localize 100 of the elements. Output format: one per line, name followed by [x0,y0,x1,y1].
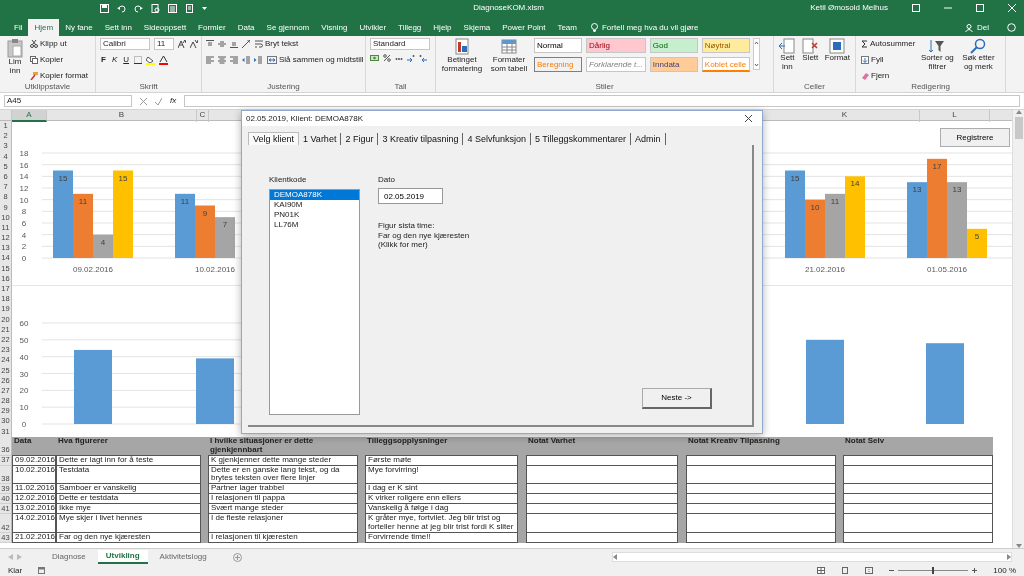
data-label: 14 [850,179,860,189]
axis-label: 30 [19,369,29,379]
axis-label: 4 [21,230,27,240]
sheet-tab[interactable]: Aktivitetslogg [151,551,215,563]
cell-style[interactable]: God [649,38,698,53]
column-heading: I hvilke situasjoner er dette gjenkjennbart [208,437,358,456]
dialog-tab[interactable]: 2 Figur [341,132,379,146]
clear-button[interactable]: Fjern [860,70,917,82]
find-select-button[interactable]: Søk etter og merk [958,38,999,72]
list-item[interactable]: LL76M [270,220,359,230]
axis-label: 8 [21,207,27,217]
column-header[interactable]: K [770,110,920,122]
group-label: Skrift [138,82,159,92]
dialog-tab[interactable]: 3 Kreativ tilpasning [378,132,464,146]
underline-button[interactable]: U [122,54,130,66]
zoom-level[interactable]: 100 % [993,565,1016,576]
dialog-tab[interactable]: Admin [631,132,666,146]
name-box[interactable]: A45 [4,95,132,107]
dialog-tab[interactable]: 1 Varhet [299,132,342,146]
dialog-tab[interactable]: 5 Tilleggskommentarer [531,132,632,146]
font-name-field[interactable]: Calibri [100,38,150,50]
copy-button[interactable]: Kopier [29,54,90,66]
list-item[interactable]: DEMOA878K [270,190,359,200]
paste-button[interactable]: Lim inn [4,38,26,76]
align-left-icon [206,56,214,64]
bold-button[interactable]: F [100,54,107,66]
cell-style[interactable]: Nøytral [701,38,750,53]
fill-button[interactable]: Fyll [860,54,917,66]
next-button[interactable]: Neste -> [642,388,712,409]
file-name: DiagnoseKOM.xlsm [473,3,544,13]
ribbon-tab[interactable]: Visning [315,19,354,36]
insert-function-button[interactable]: fx [170,96,177,106]
column-header[interactable]: A [12,110,47,122]
ribbon-tab[interactable]: Team [551,19,583,36]
cell-style[interactable]: Normal [534,38,582,53]
register-button[interactable]: Registrere [940,128,1010,147]
merge-button[interactable]: Slå sammen og midtstill [266,54,365,66]
table-cell: Forvirrende time!! [365,532,518,543]
date-field[interactable]: 02.05.2019 [378,188,443,204]
axis-label: 6 [21,219,27,228]
cell-style[interactable]: Inndata [649,57,698,72]
share-button[interactable]: Del [959,19,995,36]
scissors-icon [30,40,38,48]
column-header[interactable]: B [47,110,197,122]
ribbon-tab[interactable]: Utvikler [353,19,393,36]
autosum-button[interactable]: Autosummer [860,38,917,50]
ribbon-tab[interactable]: Fil [8,19,29,36]
format-as-table-button[interactable]: Formater som tabell [487,38,531,74]
ribbon-tab[interactable]: Sideoppsett [137,19,193,36]
cut-button[interactable]: Klipp ut [29,38,90,50]
data-label: 9 [202,208,208,218]
delete-cells-button[interactable]: Slett [799,38,821,63]
formula-input[interactable] [184,95,1020,107]
column-header[interactable]: C [197,110,209,122]
client-list[interactable]: DEMOA878K KAI90M PN01K LL76M [269,189,360,415]
list-item[interactable]: KAI90M [270,200,359,210]
tell-me-box[interactable]: Fortell meg hva du vil gjøre [590,19,699,36]
scroll-thumb[interactable] [1014,117,1023,139]
italic-button[interactable]: K [110,54,119,66]
zoom-slider[interactable] [898,567,969,574]
grow-font-icon [178,40,186,48]
list-item[interactable]: PN01K [270,210,359,220]
next-sheet-icon [17,554,22,560]
ribbon-tab[interactable]: Ny fane [59,19,99,36]
horizontal-scrollbar[interactable] [612,552,1012,562]
number-format-field[interactable]: Standard [370,38,430,50]
shrink-font-icon [190,40,198,48]
cell-style[interactable]: Forklarende t... [586,57,646,72]
dialog-tab[interactable]: Velg klient [248,131,300,146]
wrap-text-button[interactable]: Bryt tekst [254,38,300,50]
print-preview-icon [151,3,160,13]
data-label: 4 [100,237,106,247]
redo-icon [134,3,143,13]
cell-style[interactable]: Dårlig [586,38,646,53]
ribbon-tab[interactable]: Se gjennom [260,19,316,36]
table-cell: Dette er lagt inn for å teste [56,455,201,466]
vertical-scrollbar[interactable] [1012,110,1024,548]
sheet-tab[interactable]: Diagnose [44,551,94,563]
ribbon-tab[interactable]: Data [231,19,261,36]
ribbon-tab[interactable]: Formler [192,19,232,36]
ribbon-tab[interactable]: Sett inn [98,19,138,36]
font-color-icon [159,55,168,65]
conditional-formatting-button[interactable]: Betinget formatering [440,38,484,74]
dialog-tab[interactable]: 4 Selvfunksjon [463,132,531,146]
format-cells-button[interactable]: Format [823,38,851,63]
ribbon-tab[interactable]: Hjelp [427,19,458,36]
axis-label: 12 [19,184,29,193]
insert-cells-button[interactable]: Sett inn [778,38,797,72]
data-label: 17 [932,161,942,171]
format-painter-button[interactable]: Kopier format [29,70,90,82]
ribbon-tab[interactable]: Hjem [28,19,60,36]
ribbon-tab[interactable]: Power Point [496,19,552,36]
column-header[interactable]: L [920,110,990,122]
group-label: Tall [393,82,408,92]
ribbon-tab[interactable]: Skjema [457,19,497,36]
sort-filter-button[interactable]: Sorter og filtrer [919,38,956,72]
ribbon-tab[interactable]: Tillegg [392,19,428,36]
font-size-field[interactable]: 11 [154,38,174,50]
table-cell: I relasjonen til kjæresten [208,532,358,543]
sheet-tab[interactable]: Utvikling [97,550,148,564]
